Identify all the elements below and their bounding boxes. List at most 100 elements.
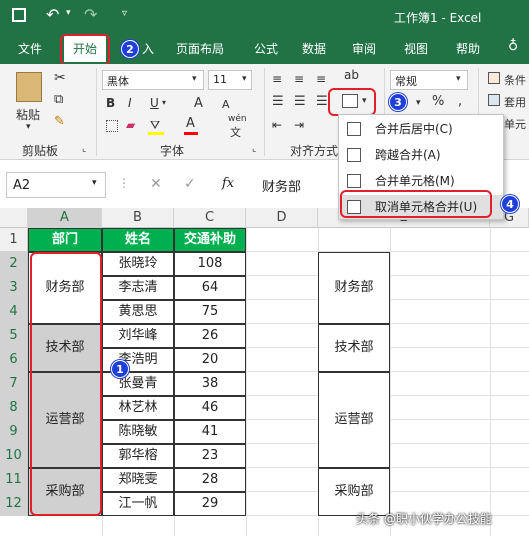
name-cell[interactable]: 李志清 bbox=[102, 276, 174, 300]
name-box-dropdown-icon[interactable]: ▾ bbox=[92, 178, 97, 188]
subsidy-cell[interactable]: 64 bbox=[174, 276, 246, 300]
row-header[interactable]: 10 bbox=[0, 444, 28, 468]
increase-font-button[interactable]: A bbox=[194, 96, 203, 111]
align-bottom-icon[interactable]: ≡ bbox=[316, 72, 326, 86]
right-dept-cell[interactable]: 财务部 bbox=[318, 252, 390, 324]
row-header[interactable]: 12 bbox=[0, 492, 28, 516]
align-middle-icon[interactable]: ≡ bbox=[294, 72, 304, 86]
name-cell[interactable]: 张曼青 bbox=[102, 372, 174, 396]
row-header[interactable]: 3 bbox=[0, 276, 28, 300]
name-cell[interactable]: 郑晓雯 bbox=[102, 468, 174, 492]
select-all-corner[interactable] bbox=[0, 208, 28, 228]
name-box[interactable]: A2 bbox=[6, 172, 106, 198]
align-top-icon[interactable]: ≡ bbox=[272, 72, 282, 86]
cut-icon[interactable]: ✂ bbox=[54, 70, 66, 86]
confirm-entry-icon[interactable]: ✓ bbox=[184, 176, 196, 192]
font-name-select[interactable]: 黑体 bbox=[102, 70, 204, 90]
undo-icon[interactable]: ↶ bbox=[46, 5, 59, 24]
align-right-icon[interactable]: ☰ bbox=[316, 94, 328, 109]
row-header[interactable]: 9 bbox=[0, 420, 28, 444]
number-format-dropdown-icon[interactable]: ▾ bbox=[456, 74, 461, 84]
tab-view[interactable]: 视图 bbox=[404, 40, 428, 57]
tab-help[interactable]: 帮助 bbox=[456, 40, 480, 57]
right-dept-cell[interactable]: 采购部 bbox=[318, 468, 390, 516]
column-header-c[interactable]: C bbox=[174, 208, 246, 228]
right-dept-cell[interactable]: 运营部 bbox=[318, 372, 390, 468]
subsidy-cell[interactable]: 26 bbox=[174, 324, 246, 348]
row-header[interactable]: 11 bbox=[0, 468, 28, 492]
font-color-icon[interactable]: A bbox=[186, 116, 195, 131]
subsidy-cell[interactable]: 29 bbox=[174, 492, 246, 516]
paste-dropdown-icon[interactable]: ▾ bbox=[26, 122, 31, 132]
name-cell[interactable]: 刘华峰 bbox=[102, 324, 174, 348]
column-header-a[interactable]: A bbox=[28, 208, 102, 228]
font-launcher-icon[interactable]: ⌞ bbox=[252, 144, 256, 154]
orientation-icon[interactable]: ab bbox=[344, 68, 359, 82]
phonetic-guide-char[interactable]: 文 bbox=[230, 124, 241, 140]
percent-button[interactable]: % bbox=[432, 94, 444, 109]
subsidy-cell[interactable]: 46 bbox=[174, 396, 246, 420]
tab-page-layout[interactable]: 页面布局 bbox=[176, 40, 224, 57]
clipboard-launcher-icon[interactable]: ⌞ bbox=[82, 144, 86, 154]
conditional-format-icon[interactable] bbox=[488, 72, 500, 84]
eraser-icon[interactable]: ▰ bbox=[126, 118, 135, 132]
right-dept-cell[interactable]: 技术部 bbox=[318, 324, 390, 372]
table-format-button[interactable]: 套用 bbox=[504, 94, 526, 110]
conditional-format-button[interactable]: 条件 bbox=[504, 72, 526, 88]
tab-formulas[interactable]: 公式 bbox=[254, 40, 278, 57]
row-header[interactable]: 8 bbox=[0, 396, 28, 420]
customize-qat-icon[interactable]: ▿ bbox=[122, 8, 127, 19]
name-cell[interactable]: 林艺林 bbox=[102, 396, 174, 420]
undo-dropdown-icon[interactable]: ▾ bbox=[66, 8, 71, 18]
align-center-icon[interactable]: ☰ bbox=[294, 94, 306, 109]
italic-button[interactable]: I bbox=[128, 96, 132, 110]
formula-input[interactable]: 财务部 bbox=[262, 176, 301, 195]
subsidy-cell[interactable]: 41 bbox=[174, 420, 246, 444]
bold-button[interactable]: B bbox=[106, 96, 115, 110]
font-name-dropdown-icon[interactable]: ▾ bbox=[192, 74, 197, 84]
row-header[interactable]: 5 bbox=[0, 324, 28, 348]
row-header[interactable]: 4 bbox=[0, 300, 28, 324]
align-left-icon[interactable]: ☰ bbox=[272, 94, 284, 109]
row-header[interactable]: 6 bbox=[0, 348, 28, 372]
save-icon[interactable] bbox=[12, 8, 26, 22]
cell-style-button[interactable]: 单元 bbox=[504, 116, 526, 132]
accounting-dropdown-icon[interactable]: ▾ bbox=[416, 98, 421, 108]
subsidy-cell[interactable]: 23 bbox=[174, 444, 246, 468]
paste-icon[interactable] bbox=[16, 72, 42, 102]
lightbulb-icon[interactable]: ♁ bbox=[508, 38, 518, 54]
tab-insert[interactable]: 入 bbox=[142, 40, 154, 57]
menu-item-merge-center[interactable]: 合并后居中(C) bbox=[339, 117, 503, 141]
header-cell-subsidy[interactable]: 交通补助 bbox=[174, 228, 246, 252]
name-cell[interactable]: 江一帆 bbox=[102, 492, 174, 516]
decrease-indent-icon[interactable]: ⇤ bbox=[272, 118, 282, 132]
column-header-d[interactable]: D bbox=[246, 208, 318, 228]
table-format-icon[interactable] bbox=[488, 94, 500, 106]
insert-function-button[interactable]: fx bbox=[222, 176, 234, 191]
header-cell-dept[interactable]: 部门 bbox=[28, 228, 102, 252]
fill-color-icon[interactable]: ⛛ bbox=[150, 118, 160, 133]
comma-icon[interactable]: , bbox=[458, 94, 462, 109]
subsidy-cell[interactable]: 20 bbox=[174, 348, 246, 372]
cancel-entry-icon[interactable]: ✕ bbox=[150, 176, 162, 192]
subsidy-cell[interactable]: 108 bbox=[174, 252, 246, 276]
name-cell[interactable]: 郭华榕 bbox=[102, 444, 174, 468]
format-painter-icon[interactable]: ✎ bbox=[54, 114, 65, 129]
menu-item-merge-across[interactable]: 跨越合并(A) bbox=[339, 143, 503, 167]
row-header[interactable]: 1 bbox=[0, 228, 28, 252]
paste-button[interactable]: 粘贴 bbox=[16, 106, 40, 123]
tab-data[interactable]: 数据 bbox=[302, 40, 326, 57]
underline-dropdown-icon[interactable]: ▾ bbox=[162, 98, 166, 107]
row-header[interactable]: 2 bbox=[0, 252, 28, 276]
underline-button[interactable]: U bbox=[150, 96, 159, 110]
header-cell-name[interactable]: 姓名 bbox=[102, 228, 174, 252]
copy-icon[interactable]: ⧉ bbox=[54, 92, 63, 107]
font-size-dropdown-icon[interactable]: ▾ bbox=[242, 74, 247, 84]
subsidy-cell[interactable]: 75 bbox=[174, 300, 246, 324]
name-cell[interactable]: 张晓玲 bbox=[102, 252, 174, 276]
subsidy-cell[interactable]: 28 bbox=[174, 468, 246, 492]
name-cell[interactable]: 黄思思 bbox=[102, 300, 174, 324]
subsidy-cell[interactable]: 38 bbox=[174, 372, 246, 396]
decrease-font-button[interactable]: A bbox=[222, 98, 230, 111]
increase-indent-icon[interactable]: ⇥ bbox=[294, 118, 304, 132]
